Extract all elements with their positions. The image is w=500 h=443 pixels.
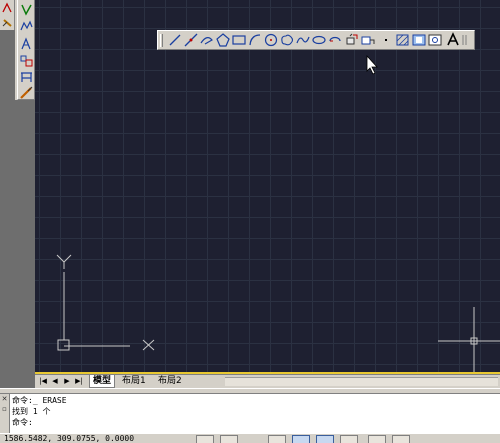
toolbar-grip[interactable] — [160, 34, 163, 47]
arrow-cursor — [366, 54, 378, 75]
line-icon[interactable] — [167, 32, 183, 48]
coordinate-readout[interactable]: 1586.5482, 309.0755, 0.0000 — [4, 434, 134, 443]
stretch-icon[interactable] — [19, 69, 34, 84]
modify-toolbar — [17, 0, 35, 100]
hatch-icon[interactable] — [395, 32, 411, 48]
ucs-icon — [56, 254, 155, 351]
osnap-button[interactable] — [316, 435, 334, 443]
command-line: 命令:_ ERASE — [12, 396, 67, 405]
layout-tab-bar: |◀ ◀ ▶ ▶| 模型 布局1 布局2 — [35, 374, 500, 388]
autocad-window: |◀ ◀ ▶ ▶| 模型 布局1 布局2 ✕ ▫ 命令:_ ERASE 找到 1… — [0, 0, 500, 443]
horizontal-scrollbar[interactable] — [225, 377, 498, 386]
region-icon[interactable] — [411, 32, 427, 48]
last-tab-icon[interactable]: ▶| — [73, 376, 85, 387]
offset-icon[interactable] — [19, 36, 34, 51]
toolbar-overflow-icon[interactable] — [461, 32, 471, 48]
table-icon[interactable] — [427, 32, 443, 48]
revision-cloud-icon[interactable] — [279, 32, 295, 48]
make-block-icon[interactable] — [360, 32, 376, 48]
crosshair-cursor — [438, 307, 500, 372]
spline-icon[interactable] — [295, 32, 311, 48]
ortho-button[interactable] — [268, 435, 286, 443]
close-icon[interactable]: ✕ — [0, 394, 9, 404]
grid-button[interactable] — [220, 435, 238, 443]
snap-button[interactable] — [196, 435, 214, 443]
trim-icon[interactable] — [19, 85, 34, 100]
command-line: 找到 1 个 — [12, 407, 51, 416]
dock-top-button[interactable] — [0, 0, 15, 30]
left-dock — [0, 0, 15, 390]
ellipse-icon[interactable] — [311, 32, 327, 48]
arc-icon[interactable] — [247, 32, 263, 48]
status-bar: 1586.5482, 309.0755, 0.0000 — [0, 433, 500, 443]
array-icon[interactable] — [19, 53, 34, 68]
circle-icon[interactable] — [263, 32, 279, 48]
prev-tab-icon[interactable]: ◀ — [49, 376, 61, 387]
rectangle-icon[interactable] — [231, 32, 247, 48]
insert-block-icon[interactable] — [344, 32, 360, 48]
otrack-button[interactable] — [340, 435, 358, 443]
tab-layout1[interactable]: 布局1 — [119, 375, 149, 388]
draw-toolbar[interactable] — [157, 30, 475, 50]
drawing-canvas[interactable] — [35, 0, 500, 372]
first-tab-icon[interactable]: |◀ — [37, 376, 49, 387]
polygon-icon[interactable] — [215, 32, 231, 48]
tab-model[interactable]: 模型 — [89, 375, 116, 388]
left-dock-empty — [15, 100, 35, 390]
point-icon[interactable] — [378, 32, 394, 48]
next-tab-icon[interactable]: ▶ — [61, 376, 73, 387]
dyn-button[interactable] — [392, 435, 410, 443]
command-prompt[interactable]: 命令: — [12, 418, 33, 428]
mtext-icon[interactable] — [445, 32, 461, 48]
polar-button[interactable] — [292, 435, 310, 443]
properties-icon[interactable]: ▫ — [0, 404, 9, 414]
tab-layout2[interactable]: 布局2 — [155, 375, 185, 388]
command-window-handle[interactable]: ✕ ▫ — [0, 394, 10, 434]
command-window[interactable]: ✕ ▫ 命令:_ ERASE 找到 1 个 命令: — [0, 393, 500, 434]
ellipse-arc-icon[interactable] — [327, 32, 343, 48]
polyline-icon[interactable] — [199, 32, 215, 48]
mirror-icon[interactable] — [19, 19, 34, 34]
construction-line-icon[interactable] — [183, 32, 199, 48]
ducs-button[interactable] — [368, 435, 386, 443]
erase-icon[interactable] — [19, 2, 34, 17]
